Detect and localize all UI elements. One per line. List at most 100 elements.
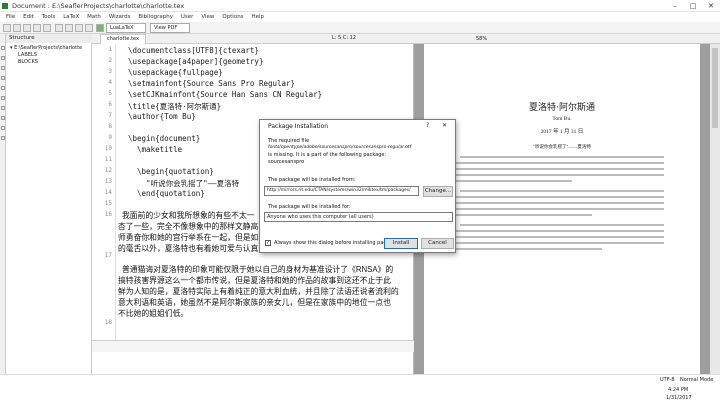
dock-icon[interactable] [1, 106, 5, 110]
dock-icon[interactable] [1, 66, 5, 70]
code-line[interactable]: \usepackage{fullpage} [128, 68, 223, 77]
menu-user[interactable]: User [181, 12, 194, 22]
paragraph-line[interactable]: 普通猫诲对夏洛特的印象可能仅限于她以自己的身材为基准设计了《RNSA》的 [122, 264, 393, 275]
line-number: 15 [104, 200, 112, 207]
open-file-icon[interactable] [13, 24, 21, 32]
paragraph-line[interactable]: 意大利语和英语，她虽然不是阿尔斯家族的亲女儿，但是在家族中的地位一点也 [118, 297, 391, 308]
text-line [452, 196, 664, 198]
cancel-button[interactable]: Cancel [421, 238, 454, 249]
tree-item-labels[interactable]: LABELS [18, 52, 37, 58]
code-line[interactable]: \setmainfont{Source Sans Pro Regular} [128, 79, 295, 88]
paragraph-line[interactable]: 我面前的少女和我所想象的有些不太一 [122, 210, 255, 221]
paragraph-line[interactable]: 的毫舌以外，夏洛特也有着她可爱与认真 [118, 243, 258, 254]
cut-icon[interactable] [75, 24, 83, 32]
paragraph-line[interactable]: 师勇奋你和她的宫行举系在一起，但是如 [118, 232, 258, 243]
code-line[interactable]: \begin{quotation} [128, 167, 214, 176]
menu-options[interactable]: Options [222, 12, 243, 22]
compile-icon[interactable] [96, 24, 104, 32]
scrollbar-thumb[interactable] [712, 48, 718, 128]
code-line[interactable]: \title{夏洛特·阿尔斯通} [128, 101, 221, 112]
paragraph-line[interactable]: 不比她的姐姐们低。 [118, 308, 188, 319]
viewer-select[interactable]: View PDF [150, 23, 190, 33]
preview-scrollbar[interactable] [710, 44, 720, 374]
dock-icon[interactable] [1, 136, 5, 140]
line-number: 10 [104, 145, 112, 152]
clock-time: 4:24 PM [668, 387, 689, 393]
paragraph-line[interactable]: 杏了一些，完全不像想象中的那样文静高 [118, 221, 258, 232]
dialog-close-icon[interactable]: ✕ [442, 122, 447, 129]
code-line[interactable]: \end{quotation} [128, 189, 205, 198]
code-line[interactable]: "听说你会乳摇了"——夏洛特 [128, 178, 239, 189]
package-installation-dialog: Package Installation ? ✕ The required fi… [259, 119, 456, 253]
menu-tools[interactable]: Tools [42, 12, 56, 22]
tab-charlotte[interactable]: charlotte.tex [100, 34, 146, 44]
menu-edit[interactable]: Edit [23, 12, 34, 22]
line-gutter: 1 2 3 4 5 6 7 8 9 10 11 12 13 14 15 16 1… [92, 44, 116, 340]
redo-icon[interactable] [65, 24, 73, 32]
dock-icon[interactable] [1, 96, 5, 100]
menu-wizards[interactable]: Wizards [109, 12, 131, 22]
always-show-checkbox[interactable]: ✓ [265, 240, 271, 246]
install-for-select[interactable]: Anyone who uses this computer (all users… [264, 212, 453, 222]
menu-bar: File Edit Tools LaTeX Math Wizards Bibli… [0, 12, 720, 22]
text-line [452, 174, 664, 176]
save-icon[interactable] [23, 24, 31, 32]
pdf-preview: 58% 夏洛特·阿尔斯通 Tom Bu. 2017 年 1 月 31 日 "听说… [414, 34, 720, 374]
paragraph-line[interactable]: 搞特孩害界源这么一个都市传说，但是夏洛特和她的作品的故事到这还不止于此 [118, 275, 391, 286]
tree-root[interactable]: ▾ E:\SeaflerProjects\charlotte [10, 45, 82, 51]
preview-toolbar: 58% [414, 34, 720, 44]
code-line[interactable]: \begin{document} [128, 134, 200, 143]
doc-quote: "听说你会乳摇了"——夏洛特 [533, 144, 591, 149]
dock-icon[interactable] [1, 116, 5, 120]
install-from-label: The package will be installed from: [268, 177, 356, 183]
structure-header: Structure [6, 34, 92, 43]
code-line[interactable]: \maketitle [128, 145, 182, 154]
editor-tab-bar: charlotte.tex L: 5 C: 12 [92, 34, 414, 44]
code-line[interactable]: \documentclass[UTF8]{ctexart} [128, 46, 259, 55]
menu-latex[interactable]: LaTeX [63, 12, 79, 22]
dock-icon[interactable] [1, 76, 5, 80]
install-button[interactable]: Install [384, 238, 418, 249]
compiler-select[interactable]: LuaLaTeX [106, 23, 146, 33]
code-line[interactable]: \author{Tom Bu} [128, 112, 196, 121]
zoom-level[interactable]: 58% [476, 34, 487, 44]
new-file-icon[interactable] [3, 24, 11, 32]
maximize-icon[interactable]: □ [684, 0, 702, 12]
text-line [452, 236, 664, 238]
window-title: Document : E:\SeaflerProjects\charlotte\… [12, 2, 185, 10]
menu-help[interactable]: Help [251, 12, 264, 22]
dock-icon[interactable] [1, 126, 5, 130]
tree-item-blocks[interactable]: BLOCKS [18, 59, 38, 65]
line-number: 3 [108, 68, 112, 75]
text-line [452, 180, 572, 182]
minimize-icon[interactable]: – [666, 0, 684, 12]
code-line[interactable]: \usepackage[a4paper]{geometry} [128, 57, 263, 66]
dock-icon[interactable] [1, 86, 5, 90]
clock-date: 1/31/2017 [666, 395, 692, 401]
cursor-position: L: 5 C: 12 [332, 35, 356, 41]
close-file-icon[interactable] [43, 24, 51, 32]
text-line [460, 156, 664, 158]
install-from-field[interactable]: http://mirrors.rit.edu/CTAN/systems/win3… [264, 186, 419, 196]
copy-icon[interactable] [85, 24, 93, 32]
dock-icon[interactable] [1, 46, 5, 50]
close-icon[interactable]: ✕ [702, 0, 720, 12]
help-icon[interactable]: ? [426, 122, 429, 129]
app-icon [2, 3, 8, 9]
required-label: The required file [268, 138, 310, 144]
paragraph-line[interactable]: 鲜为人知的是，夏洛特实际上有着纯正的意大利血统，并且除了法语还说者流利的 [118, 286, 399, 297]
code-line[interactable]: \setCJKmainfont{Source Han Sans CN Regul… [128, 90, 322, 99]
dock-icon[interactable] [1, 56, 5, 60]
line-number: 16 [104, 211, 112, 218]
text-line [460, 190, 664, 192]
menu-view[interactable]: View [201, 12, 214, 22]
line-number: 8 [108, 123, 112, 130]
menu-bibliography[interactable]: Bibliography [138, 12, 173, 22]
menu-math[interactable]: Math [87, 12, 101, 22]
undo-icon[interactable] [55, 24, 63, 32]
menu-file[interactable]: File [6, 12, 15, 22]
change-button[interactable]: Change... [423, 186, 453, 197]
save-all-icon[interactable] [33, 24, 41, 32]
line-number: 17 [104, 252, 112, 259]
missing-label: is missing. It is a part of the followin… [268, 152, 387, 158]
